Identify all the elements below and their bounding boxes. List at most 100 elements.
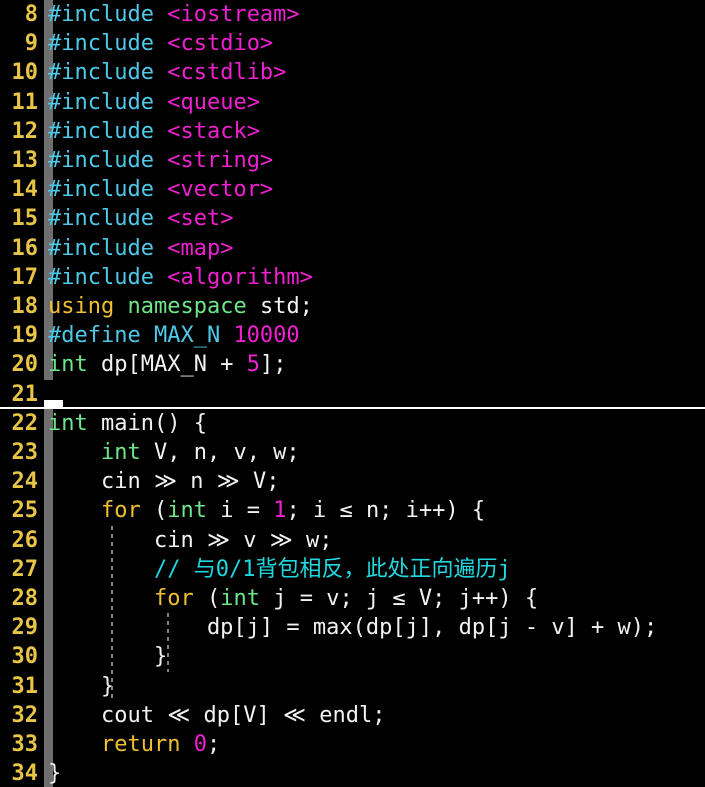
token-hdr: <cstdio> xyxy=(167,31,274,57)
code-line[interactable]: 33 return 0; xyxy=(0,730,705,760)
line-text[interactable]: dp[j] = max(dp[j], dp[j - v] + w); xyxy=(48,613,657,642)
token-typ: int xyxy=(48,352,88,378)
line-number: 19 xyxy=(11,323,39,349)
code-line[interactable]: 8 #include <iostream> xyxy=(0,0,705,30)
code-line[interactable]: 21 xyxy=(0,380,705,409)
token-hdr: <queue> xyxy=(167,89,260,115)
token-pl: j = v; j ≤ V; j++) { xyxy=(259,586,539,611)
line-text[interactable]: #include <map> xyxy=(48,234,233,263)
line-text[interactable]: int V, n, v, w; xyxy=(48,438,300,467)
code-line[interactable]: 13 #include <string> xyxy=(0,146,705,176)
code-line[interactable]: 17 #include <algorithm> xyxy=(0,262,705,292)
token-hdr: <vector> xyxy=(167,177,274,203)
code-line[interactable]: 15 #include <set> xyxy=(0,204,705,234)
line-number: 23 xyxy=(11,440,39,465)
token-hdr: <cstdlib> xyxy=(167,60,287,86)
line-text[interactable]: } xyxy=(48,759,61,787)
line-number: 24 xyxy=(11,469,39,495)
token-kw: return xyxy=(100,732,181,757)
token-pp: #include xyxy=(48,148,154,173)
line-text[interactable]: #include <iostream> xyxy=(48,0,300,29)
token-pl: ; i ≤ n; i++) { xyxy=(286,498,486,524)
code-line[interactable]: 12 #include <stack> xyxy=(0,116,705,146)
token-pl: } xyxy=(48,673,115,699)
token-pl: main() { xyxy=(87,410,207,436)
token-pl: i = xyxy=(206,498,274,524)
token-kw: for xyxy=(153,586,194,611)
token-kw: using xyxy=(48,294,115,319)
line-text[interactable]: int main() { xyxy=(48,409,207,438)
token-pl: ; xyxy=(206,732,221,757)
line-number: 33 xyxy=(11,732,39,757)
line-text[interactable]: #include <algorithm> xyxy=(48,263,313,292)
code-line[interactable]: 26 cin ≫ v ≫ w; xyxy=(0,525,705,555)
code-line[interactable]: 22 int main() { xyxy=(0,408,705,438)
token-hdr: <algorithm> xyxy=(167,264,313,290)
token-pl: dp[MAX_N + xyxy=(87,352,247,378)
code-line[interactable]: 29 dp[j] = max(dp[j], dp[j - v] + w); xyxy=(0,613,705,643)
token-pl: } xyxy=(48,644,168,670)
code-line[interactable]: 30 } xyxy=(0,642,705,672)
code-line[interactable]: 25 for (int i = 1; i ≤ n; i++) { xyxy=(0,496,705,526)
token-pl: cin ≫ n ≫ V; xyxy=(48,469,280,495)
code-editor[interactable]: 8 #include <iostream> 9 #include <cstdio> 10… xyxy=(0,0,705,787)
code-line[interactable]: 27 // 与0/1背包相反，此处正向遍历j xyxy=(0,554,705,584)
line-number: 17 xyxy=(11,264,39,290)
line-text[interactable]: int dp[MAX_N + 5]; xyxy=(48,350,286,379)
line-text[interactable]: #include <vector> xyxy=(48,175,273,204)
line-text[interactable]: for (int i = 1; i ≤ n; i++) { xyxy=(48,496,485,525)
token-pl: cin ≫ v ≫ w; xyxy=(48,527,333,553)
line-text[interactable]: cin ≫ v ≫ w; xyxy=(48,526,333,555)
code-line[interactable]: 14 #include <vector> xyxy=(0,175,705,205)
token-hdr: <stack> xyxy=(167,118,260,144)
line-text[interactable]: for (int j = v; j ≤ V; j++) { xyxy=(48,584,538,613)
line-text[interactable]: // 与0/1背包相反，此处正向遍历j xyxy=(48,555,511,584)
code-line[interactable]: 20 int dp[MAX_N + 5]; xyxy=(0,350,705,380)
token-num: 10000 xyxy=(233,323,300,349)
line-text[interactable]: } xyxy=(48,642,167,671)
change-indicator-bar xyxy=(44,380,53,409)
token-pl: std; xyxy=(246,294,313,319)
line-text[interactable]: #include <string> xyxy=(48,146,273,175)
line-number: 16 xyxy=(11,235,39,261)
token-pp: #define MAX_N xyxy=(48,323,221,349)
code-line[interactable]: 28 for (int j = v; j ≤ V; j++) { xyxy=(0,584,705,614)
line-number: 25 xyxy=(11,498,39,524)
token-pl: V, n, v, w; xyxy=(140,440,300,465)
line-text[interactable]: #include <set> xyxy=(48,204,233,233)
line-text[interactable]: #include <queue> xyxy=(48,88,260,117)
line-text[interactable]: cout ≪ dp[V] ≪ endl; xyxy=(48,701,386,730)
code-line[interactable]: 9 #include <cstdio> xyxy=(0,29,705,59)
code-line[interactable]: 19 #define MAX_N 10000 xyxy=(0,321,705,351)
token-pp: #include xyxy=(48,118,154,144)
code-line[interactable]: 31 } xyxy=(0,671,705,701)
line-text[interactable]: } xyxy=(48,672,114,701)
code-line[interactable]: 23 int V, n, v, w; xyxy=(0,438,705,468)
token-hdr: <map> xyxy=(167,235,234,261)
code-line[interactable]: 32 cout ≪ dp[V] ≪ endl; xyxy=(0,700,705,730)
line-number: 8 xyxy=(24,2,38,27)
code-line[interactable]: 11 #include <queue> xyxy=(0,87,705,117)
token-pp: #include xyxy=(48,2,154,27)
line-text[interactable]: cin ≫ n ≫ V; xyxy=(48,467,280,496)
code-line[interactable]: 34} xyxy=(0,759,705,787)
line-text[interactable]: #include <cstdlib> xyxy=(48,58,286,87)
code-line[interactable]: 24 cin ≫ n ≫ V; xyxy=(0,467,705,497)
line-text[interactable]: #include <cstdio> xyxy=(48,29,273,58)
line-text[interactable]: #include <stack> xyxy=(48,117,260,146)
code-line[interactable]: 10 #include <cstdlib> xyxy=(0,58,705,88)
line-text[interactable]: #define MAX_N 10000 xyxy=(48,321,300,350)
token-pp: #include xyxy=(48,235,154,261)
code-line[interactable]: 18 using namespace std; xyxy=(0,292,705,322)
code-line[interactable]: 16 #include <map> xyxy=(0,233,705,263)
token-typ: int xyxy=(167,498,207,524)
line-text[interactable]: return 0; xyxy=(48,730,220,759)
line-text[interactable]: using namespace std; xyxy=(48,292,313,321)
